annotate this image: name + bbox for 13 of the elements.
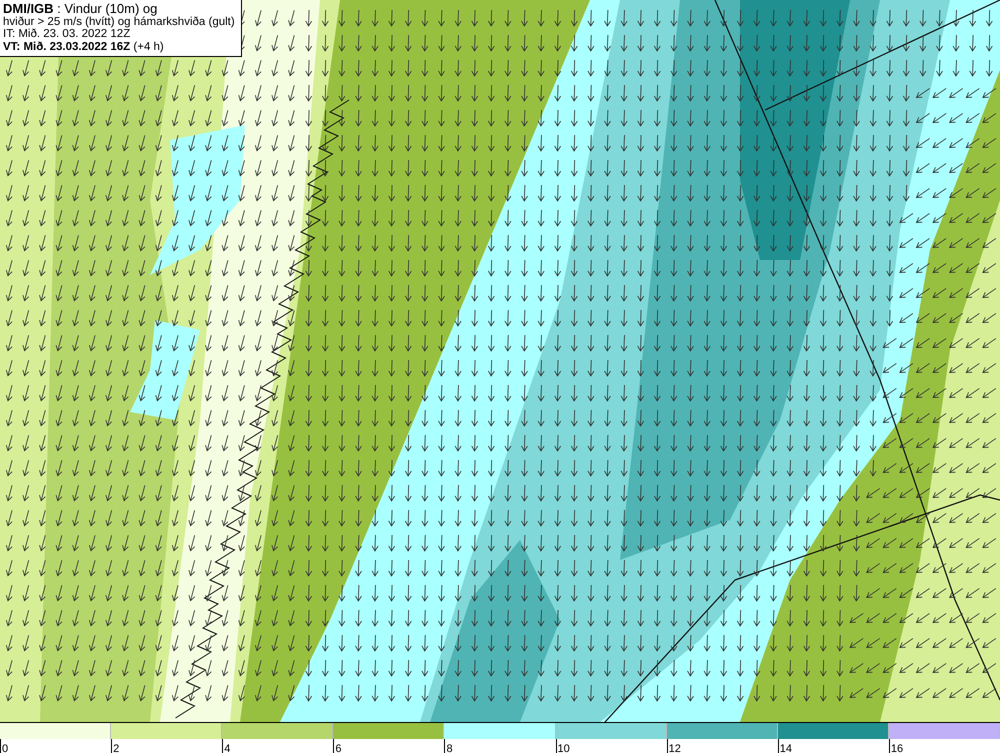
legend-label: 14: [780, 743, 792, 753]
legend-label: 6: [335, 743, 342, 753]
legend-label: 10: [558, 743, 570, 753]
legend-label: 16: [890, 743, 904, 753]
legend-label: 2: [113, 743, 120, 753]
title-line: VT: Mið. 23.03.2022 16Z (+4 h): [3, 40, 165, 53]
title-line: IT: Mið. 23. 03. 2022 12Z: [3, 28, 132, 40]
title-line: hviður > 25 m/s (hvítt) og hámarkshviða (gult): [3, 16, 235, 28]
legend-label: 12: [668, 743, 681, 753]
legend-label: 4: [224, 743, 230, 753]
legend-label: 8: [446, 743, 453, 753]
legend-label: 0: [2, 743, 8, 753]
title-line: DMI/IGB : Vindur (10m) og: [3, 3, 158, 16]
